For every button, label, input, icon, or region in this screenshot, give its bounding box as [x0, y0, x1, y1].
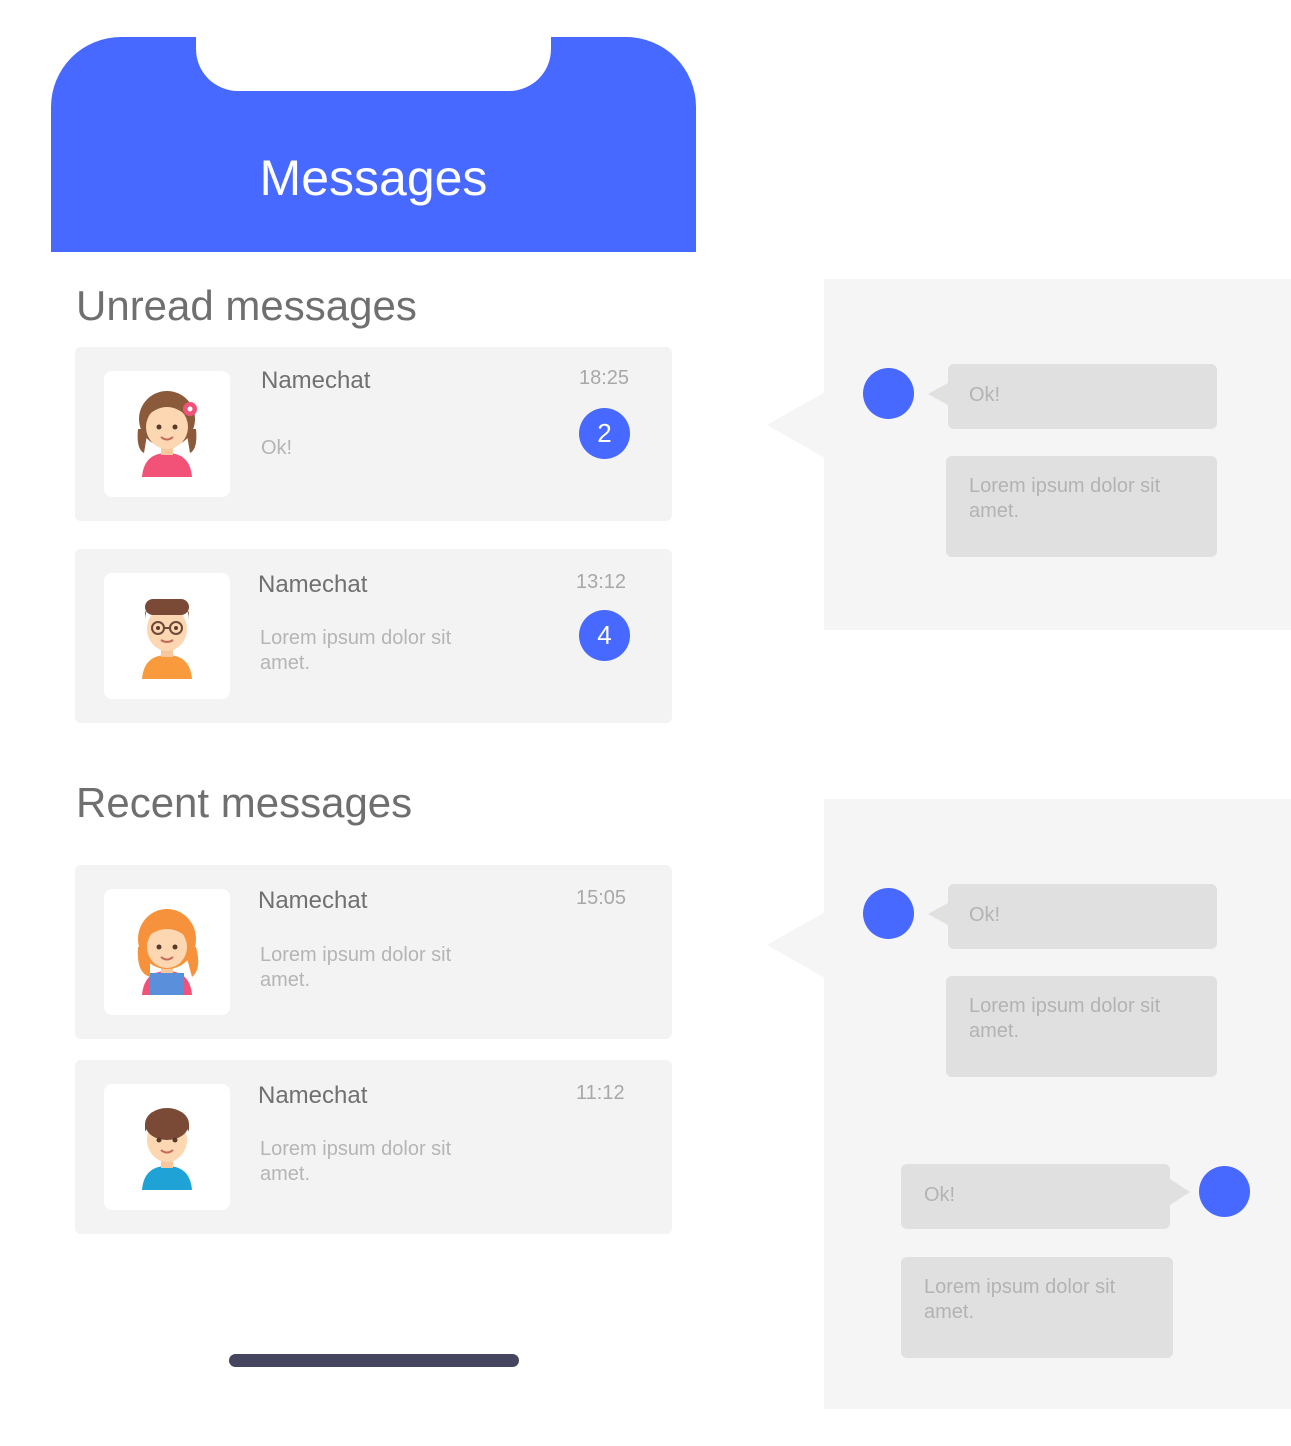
- message-time: 15:05: [576, 887, 627, 909]
- conversation-card[interactable]: Namechat 11:12 Lorem ipsum dolor sit ame…: [75, 1060, 672, 1234]
- chat-bubble: Ok!: [901, 1164, 1170, 1229]
- chat-bubble: Ok!: [948, 364, 1217, 429]
- sender-avatar-dot: [863, 368, 914, 419]
- message-preview: Lorem ipsum dolor sit amet.: [260, 1138, 452, 1185]
- phone-notch: [196, 37, 551, 91]
- home-indicator[interactable]: [229, 1354, 519, 1367]
- chat-bubble: Lorem ipsum dolor sit amet.: [946, 456, 1217, 557]
- avatar: [104, 889, 230, 1015]
- message-preview: Lorem ipsum dolor sit amet.: [260, 944, 452, 991]
- girl-redhead-avatar-icon: [137, 909, 199, 995]
- recent-section-title: Recent messages: [76, 779, 413, 826]
- conversation-card[interactable]: Namechat 15:05 Lorem ipsum dolor sit ame…: [75, 865, 672, 1039]
- chat-bubble: Lorem ipsum dolor sit amet.: [946, 976, 1217, 1077]
- chat-bubble: Lorem ipsum dolor sit amet.: [901, 1257, 1173, 1358]
- avatar: [104, 1084, 230, 1210]
- conversation-card[interactable]: Namechat 18:25 Ok! 2: [75, 347, 672, 521]
- unread-count-badge: 4: [579, 610, 630, 661]
- unread-count-badge: 2: [579, 408, 630, 459]
- message-time: 11:12: [576, 1082, 625, 1104]
- message-time: 18:25: [579, 367, 630, 389]
- boy-brown-hair-avatar-icon: [142, 1108, 192, 1190]
- contact-name: Namechat: [258, 887, 368, 914]
- message-preview: Lorem ipsum dolor sit amet.: [260, 627, 452, 674]
- unread-section-title: Unread messages: [76, 282, 417, 329]
- page-title: Messages: [259, 150, 488, 206]
- panel-pointer: [767, 392, 825, 458]
- bubble-tail: [1170, 1179, 1190, 1205]
- avatar: [104, 573, 230, 699]
- message-preview: Ok!: [261, 437, 293, 459]
- contact-name: Namechat: [258, 571, 368, 598]
- contact-name: Namechat: [258, 1082, 368, 1109]
- boy-glasses-avatar-icon: [142, 599, 192, 679]
- panel-pointer: [767, 912, 825, 978]
- chat-preview-panel: Ok! Lorem ipsum dolor sit amet. Ok! Lore…: [824, 799, 1291, 1409]
- contact-name: Namechat: [261, 367, 371, 394]
- message-time: 13:12: [576, 571, 627, 593]
- conversation-card[interactable]: Namechat 13:12 Lorem ipsum dolor sit ame…: [75, 549, 672, 723]
- avatar: [104, 371, 230, 497]
- bubble-tail: [928, 383, 948, 405]
- girl-flower-avatar-icon: [137, 391, 197, 477]
- chat-bubble: Ok!: [948, 884, 1217, 949]
- bubble-tail: [928, 903, 948, 925]
- chat-preview-panel: Ok! Lorem ipsum dolor sit amet.: [824, 279, 1291, 630]
- app-header: Messages: [51, 37, 696, 252]
- sender-avatar-dot: [863, 888, 914, 939]
- recipient-avatar-dot: [1199, 1166, 1250, 1217]
